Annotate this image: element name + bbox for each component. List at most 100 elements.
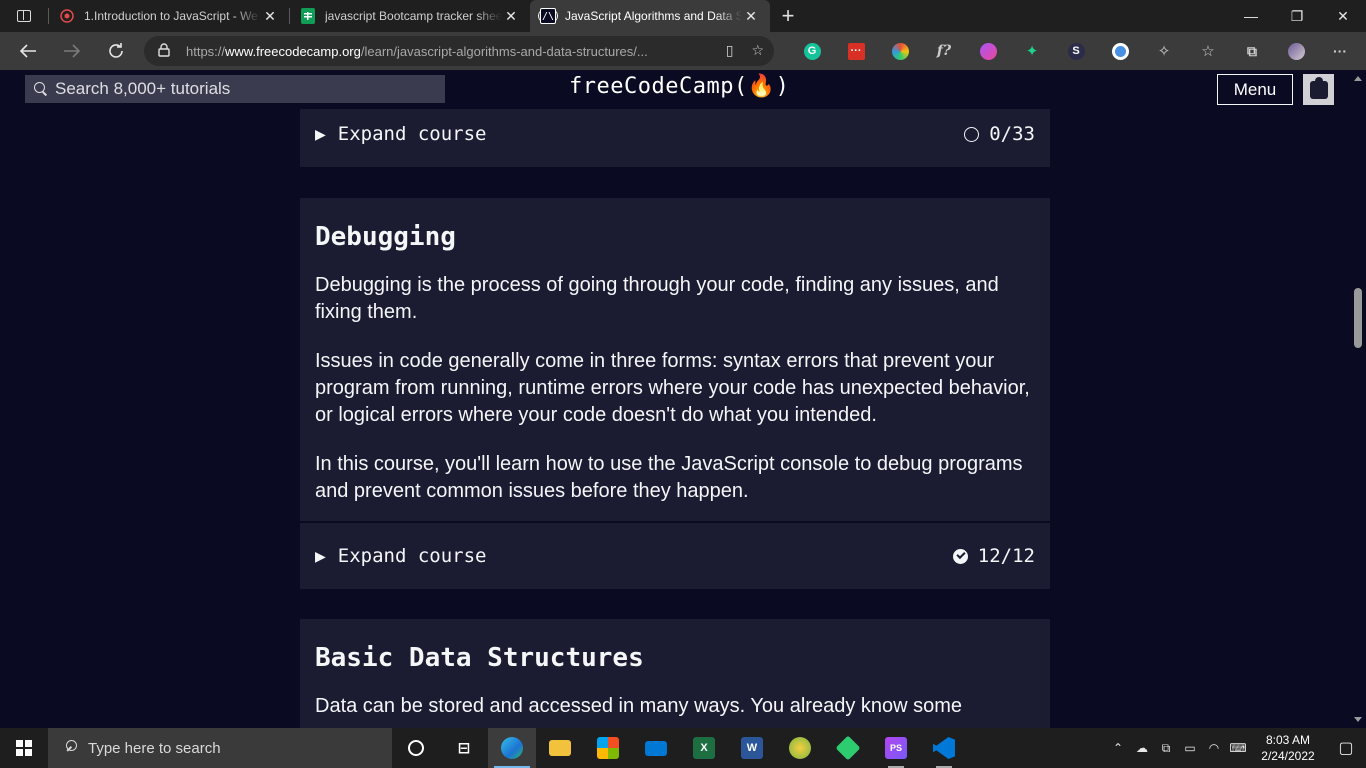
fcc-logo[interactable]: freeCodeCamp(🔥) [569,74,789,99]
tab-title: javascript Bootcamp tracker shee [325,9,502,23]
collections-icon: ⧉ [1247,42,1257,59]
file-explorer-app[interactable] [536,728,584,768]
course-progress-text: 0/33 [989,123,1035,145]
keyboard-icon[interactable]: ⌨ [1226,741,1250,755]
gem-icon [835,735,861,761]
formula-extension[interactable]: f? [922,32,966,70]
back-arrow-icon [19,44,36,58]
purple-extension[interactable] [966,32,1010,70]
refresh-icon [109,43,123,58]
expand-triangle-icon: ▶ [315,547,326,564]
store-app[interactable] [584,728,632,768]
page-scrollbar[interactable] [1350,70,1366,728]
browser-tab-1[interactable]: 1.Introduction to JavaScript - We ✕ [49,0,289,32]
block-title: Basic Data Structures [315,643,644,673]
close-tab-icon[interactable]: ✕ [502,8,520,25]
scroll-up-icon[interactable] [1354,76,1362,81]
lock-icon [158,42,172,60]
fcc-icon: (/\) [536,8,560,24]
forward-arrow-icon [64,44,81,58]
close-window-button[interactable]: ✕ [1320,0,1366,32]
green-gem-app[interactable] [824,728,872,768]
taskbar-search-placeholder: Type here to search [88,739,221,757]
course-progress: 0/33 [964,123,1035,145]
edge-taskbar-app[interactable] [488,728,536,768]
expand-course-row-debugging[interactable]: ▶ Expand course 12/12 [300,523,1050,589]
vscode-app[interactable] [920,728,968,768]
chevron-up-icon[interactable]: ⌃ [1106,741,1130,755]
wifi-icon[interactable]: ◠ [1202,741,1226,755]
mail-icon [645,740,667,756]
mail-app[interactable] [632,728,680,768]
scroll-down-icon[interactable] [1354,717,1362,722]
phpstorm-app[interactable]: PS [872,728,920,768]
user-avatar[interactable] [1303,74,1334,105]
basic-data-structures-block: Basic Data Structures Data can be stored… [300,619,1050,728]
puzzle-icon: ✧ [1157,43,1171,60]
formula-icon: f? [936,43,952,59]
search-input[interactable]: Search 8,000+ tutorials [25,75,445,103]
reader-view-icon[interactable]: ▯ [726,42,734,59]
search-placeholder: Search 8,000+ tutorials [55,79,231,98]
blue-extension[interactable] [1098,32,1142,70]
extensions-bar: G ··· f? ✦ S ✧ ☆ ⧉ ··· [790,32,1362,70]
fcc-navbar: Search 8,000+ tutorials freeCodeCamp(🔥) … [0,70,1350,109]
clock[interactable]: 8:03 AM 2/24/2022 [1250,732,1326,764]
battery-icon[interactable]: ▭ [1178,741,1202,755]
profile-button[interactable] [1274,32,1318,70]
device-icon[interactable]: ⧉ [1154,741,1178,756]
blue-circle-icon [1111,42,1129,60]
favorite-star-icon[interactable]: ☆ [751,42,764,59]
address-bar[interactable]: https://www.freecodecamp.org/learn/javas… [144,36,774,66]
store-icon [597,737,619,759]
cloud-icon[interactable]: ☁ [1130,741,1154,755]
minimize-button[interactable]: — [1228,0,1274,32]
tab-actions-icon [17,10,31,22]
back-button[interactable] [6,32,50,70]
scrollbar-thumb[interactable] [1354,288,1362,348]
edge-icon [501,737,523,759]
url-prefix: https:// [186,43,226,59]
browser-toolbar: https://www.freecodecamp.org/learn/javas… [0,32,1366,70]
excel-app[interactable]: X [680,728,728,768]
red-extension[interactable]: ··· [834,32,878,70]
incomplete-circle-icon [964,126,980,142]
search-icon [62,740,78,756]
s-letter-icon: S [1067,42,1085,60]
word-app[interactable]: W [728,728,776,768]
browser-tab-3-active[interactable]: (/\) JavaScript Algorithms and Data S ✕ [530,0,770,32]
close-tab-icon[interactable]: ✕ [742,8,760,25]
menu-button[interactable]: Menu [1217,74,1293,105]
snail-icon [789,737,811,759]
start-button[interactable] [0,728,48,768]
expand-course-row-top[interactable]: ▶ Expand course 0/33 [300,109,1050,167]
color-extension[interactable] [878,32,922,70]
favorites-icon: ☆ [1201,43,1215,60]
notification-icon[interactable]: ▢ [1326,728,1366,768]
s-extension[interactable]: S [1054,32,1098,70]
tab-actions-button[interactable] [0,0,48,32]
settings-more-button[interactable]: ··· [1318,32,1362,70]
favorites-button[interactable]: ☆ [1186,32,1230,70]
refresh-button[interactable] [94,32,138,70]
green-extension[interactable]: ✦ [1010,32,1054,70]
cortana-button[interactable] [392,728,440,768]
task-view-button[interactable]: ⊟ [440,728,488,768]
description-paragraph: In this course, you'll learn how to use … [315,453,1023,502]
grammarly-extension[interactable]: G [790,32,834,70]
snail-app[interactable] [776,728,824,768]
close-tab-icon[interactable]: ✕ [261,8,279,25]
collections-button[interactable]: ⧉ [1230,32,1274,70]
excel-icon: X [693,737,715,759]
tab-title: JavaScript Algorithms and Data S [565,9,742,23]
restore-button[interactable]: ❐ [1274,0,1320,32]
grammarly-icon: G [803,42,821,60]
forward-button[interactable] [50,32,94,70]
taskbar-search-input[interactable]: Type here to search [48,728,392,768]
browser-tab-2[interactable]: javascript Bootcamp tracker shee ✕ [290,0,530,32]
word-icon: W [741,737,763,759]
new-tab-button[interactable]: + [770,0,806,32]
block-title: Debugging [315,222,456,252]
main-content: ▶ Expand course 0/33 Debugging Debugging… [0,109,1350,728]
extensions-button[interactable]: ✧ [1142,32,1186,70]
